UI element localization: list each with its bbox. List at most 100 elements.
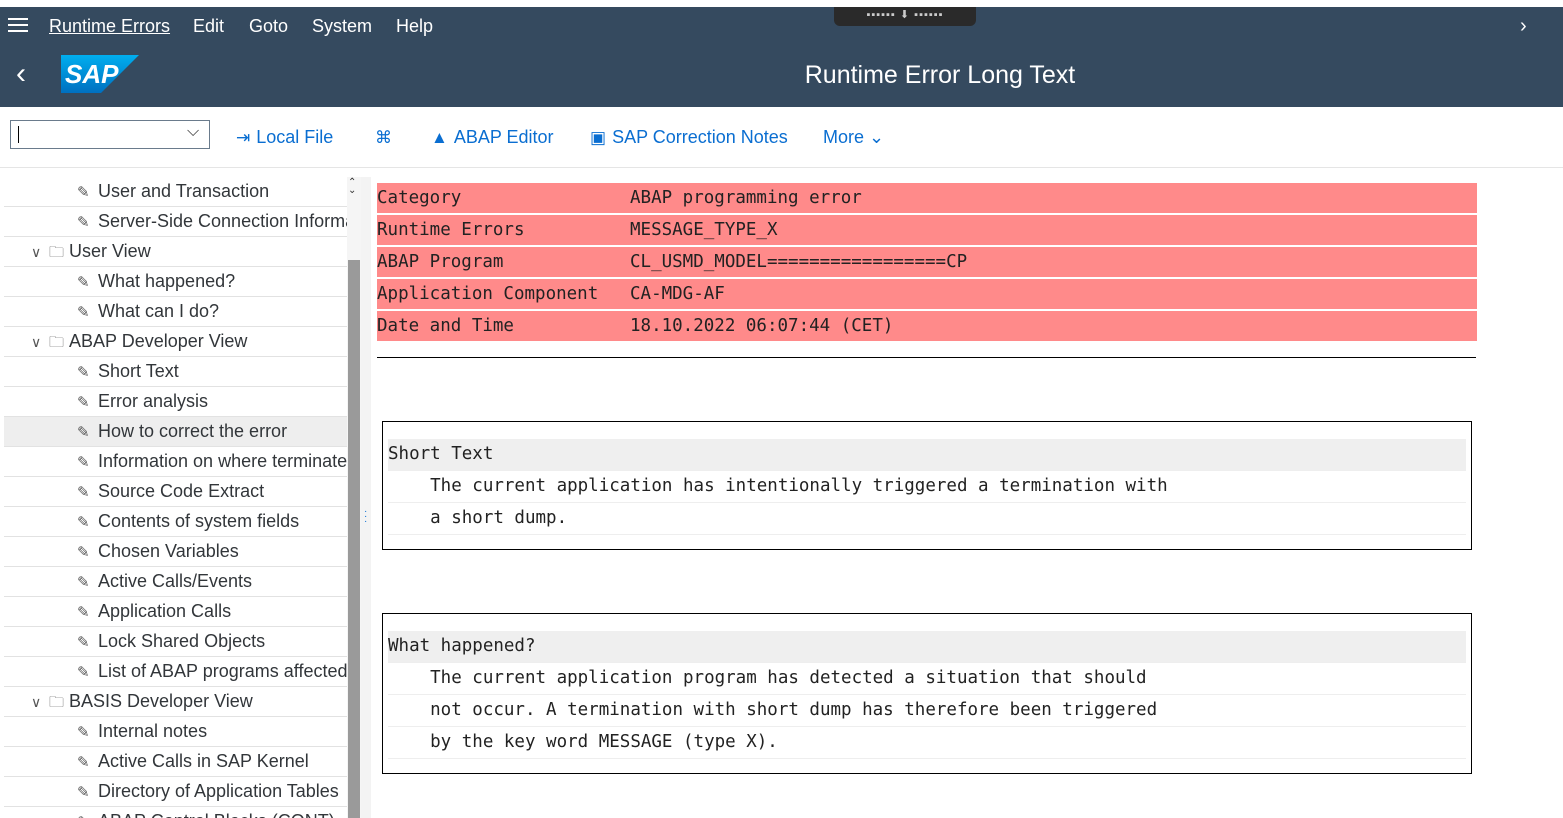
- tree-item-label: Contents of system fields: [98, 511, 300, 531]
- tree-item[interactable]: ✎ Internal notes: [4, 717, 347, 747]
- tree-item[interactable]: ∨ 🗀 BASIS Developer View: [4, 687, 347, 717]
- sap-correction-notes-button[interactable]: ▣ SAP Correction Notes: [590, 127, 788, 148]
- tree-item[interactable]: ✎ Server-Side Connection Informa: [4, 207, 347, 237]
- tree-item[interactable]: ✎ Active Calls/Events: [4, 567, 347, 597]
- application-toolbar: ⌵ ⇥ Local File ⌘ ▲ ABAP Editor ▣ SAP Correc…: [0, 107, 1563, 168]
- tree-item-label: Active Calls in SAP Kernel: [98, 751, 309, 771]
- document-icon: ✎: [77, 544, 90, 561]
- glasses-icon: ⌘: [375, 128, 392, 147]
- divider: [377, 357, 1476, 358]
- tree-item-label: Application Calls: [98, 601, 232, 621]
- chevron-right-icon[interactable]: ›: [1520, 15, 1527, 38]
- what-happened-section: What happened? The current application p…: [382, 613, 1472, 774]
- tree-item-label: Source Code Extract: [98, 481, 265, 501]
- document-icon: ✎: [77, 604, 90, 621]
- error-header-table: Category ABAP programming error Runtime Er…: [377, 183, 1477, 343]
- tree-scrollbar[interactable]: ⌃ ⌄: [347, 177, 361, 818]
- section-heading: What happened?: [388, 631, 1466, 663]
- tree-item[interactable]: ✎ Directory of Application Tables: [4, 777, 347, 807]
- tree-item[interactable]: ✎ Source Code Extract: [4, 477, 347, 507]
- tree-item[interactable]: ∨ 🗀 User View: [4, 237, 347, 267]
- tree-item-label: What happened?: [98, 271, 236, 291]
- tree-item-label: How to correct the error: [98, 421, 288, 441]
- tree-item-label: Server-Side Connection Informa: [98, 211, 347, 231]
- tree-item-label: List of ABAP programs affected: [98, 661, 347, 681]
- document-icon: ✎: [77, 184, 90, 201]
- section-line: a short dump.: [388, 503, 1466, 535]
- tree-item[interactable]: ✎ Application Calls: [4, 597, 347, 627]
- tree-item-label: Short Text: [98, 361, 179, 381]
- tree-item[interactable]: ✎ Lock Shared Objects: [4, 627, 347, 657]
- title-bar: ‹ SAP Runtime Error Long Text: [0, 45, 1563, 107]
- document-icon: ✎: [77, 424, 90, 441]
- tree-item-label: User View: [69, 241, 151, 261]
- menu-runtime-errors[interactable]: Runtime Errors: [49, 16, 170, 37]
- pane-splitter[interactable]: · · ·: [361, 177, 371, 818]
- hamburger-menu-icon[interactable]: [8, 18, 28, 34]
- command-field[interactable]: ⌵: [10, 120, 210, 149]
- tree-item[interactable]: ✎ What can I do?: [4, 297, 347, 327]
- tree-item-label: ABAP Developer View: [69, 331, 248, 351]
- scroll-up-down-icon[interactable]: ⌃ ⌄: [348, 178, 356, 196]
- document-icon: ✎: [77, 724, 90, 741]
- expand-collapse-icon[interactable]: ∨: [31, 688, 49, 716]
- tree-item-label: Active Calls/Events: [98, 571, 253, 591]
- error-header-row: Runtime Errors MESSAGE_TYPE_X: [377, 215, 1477, 245]
- tree-item[interactable]: ✎ ABAP Control Blocks (CONT): [4, 807, 347, 818]
- tree-item[interactable]: ∨ 🗀 ABAP Developer View: [4, 327, 347, 357]
- document-icon: ✎: [77, 484, 90, 501]
- folder-icon: 🗀: [49, 694, 65, 711]
- more-button[interactable]: More ⌄: [823, 127, 884, 148]
- document-icon: ✎: [77, 454, 90, 471]
- menu-help[interactable]: Help: [396, 16, 433, 37]
- tree-item[interactable]: ✎ User and Transaction: [4, 177, 347, 207]
- expand-collapse-icon[interactable]: ∨: [31, 238, 49, 266]
- tree-item[interactable]: ✎ How to correct the error: [4, 417, 347, 447]
- abap-editor-button[interactable]: ▲ ABAP Editor: [431, 127, 554, 148]
- tree-item-label: User and Transaction: [98, 181, 270, 201]
- document-icon: ✎: [77, 274, 90, 291]
- error-header-row: Category ABAP programming error: [377, 183, 1477, 213]
- document-icon: ✎: [77, 634, 90, 651]
- tree-item[interactable]: ✎ Short Text: [4, 357, 347, 387]
- tree-item[interactable]: ✎ Error analysis: [4, 387, 347, 417]
- menu-goto[interactable]: Goto: [249, 16, 288, 37]
- local-file-button[interactable]: ⇥ Local File: [236, 127, 333, 148]
- document-icon: ✎: [77, 394, 90, 411]
- document-icon: ✎: [77, 664, 90, 681]
- tree-item-label: Error analysis: [98, 391, 209, 411]
- text-cursor: [18, 126, 19, 143]
- tree-item-label: Information on where terminate: [98, 451, 347, 471]
- tree-item-label: ABAP Control Blocks (CONT): [98, 811, 335, 818]
- document-icon: ✎: [77, 784, 90, 801]
- chevron-down-icon[interactable]: ⌵: [187, 123, 199, 141]
- drag-handle-icon[interactable]: · · ·: [364, 507, 367, 527]
- document-icon: ✎: [77, 364, 90, 381]
- menu-edit[interactable]: Edit: [193, 16, 224, 37]
- menu-system[interactable]: System: [312, 16, 372, 37]
- tree-item-label: Chosen Variables: [98, 541, 239, 561]
- toolbar-grip-handle[interactable]: ▪▪▪▪▪▪ ⬇ ▪▪▪▪▪▪: [834, 7, 976, 26]
- tree-item[interactable]: ✎ List of ABAP programs affected: [4, 657, 347, 687]
- tree-item[interactable]: ✎ What happened?: [4, 267, 347, 297]
- header-key: ABAP Program: [377, 252, 504, 272]
- scrollbar-thumb[interactable]: [348, 260, 360, 818]
- folder-icon: 🗀: [49, 244, 65, 261]
- section-line: not occur. A termination with short dump…: [388, 695, 1466, 727]
- document-icon: ✎: [77, 514, 90, 531]
- display-settings-button[interactable]: ⌘: [375, 127, 398, 148]
- header-value: CL_USMD_MODEL=================CP: [630, 252, 968, 272]
- tree-item-label: What can I do?: [98, 301, 220, 321]
- document-icon: ✎: [77, 304, 90, 321]
- section-line: The current application has intentionall…: [388, 471, 1466, 503]
- tree-item[interactable]: ✎ Active Calls in SAP Kernel: [4, 747, 347, 777]
- tree-item[interactable]: ✎ Information on where terminate: [4, 447, 347, 477]
- expand-collapse-icon[interactable]: ∨: [31, 328, 49, 356]
- tree-item[interactable]: ✎ Contents of system fields: [4, 507, 347, 537]
- header-key: Date and Time: [377, 316, 514, 336]
- export-file-icon: ⇥: [236, 128, 251, 147]
- page-title: Runtime Error Long Text: [804, 61, 1076, 89]
- short-text-section: Short Text The current application has i…: [382, 421, 1472, 550]
- tree-item[interactable]: ✎ Chosen Variables: [4, 537, 347, 567]
- header-key: Category: [377, 188, 462, 208]
